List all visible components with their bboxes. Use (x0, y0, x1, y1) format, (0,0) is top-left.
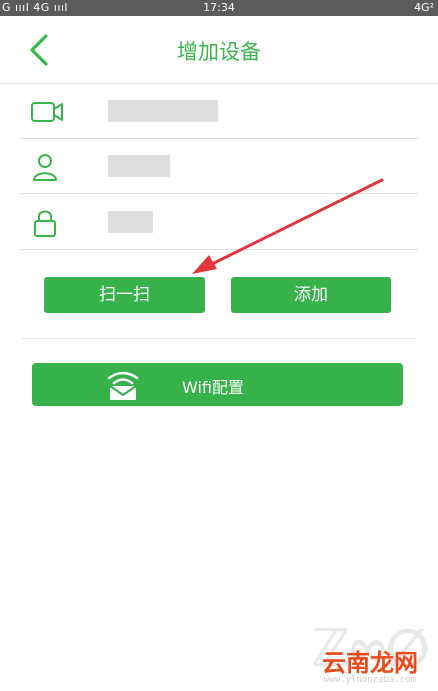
username-row[interactable]: ████ (20, 139, 418, 194)
network-indicator: 4G² (414, 1, 434, 14)
add-button[interactable]: 添加 (231, 277, 391, 313)
page-title: 增加设备 (177, 40, 261, 64)
section-divider (22, 338, 416, 339)
username-field[interactable]: ████ (108, 155, 170, 177)
status-time: 17:34 (203, 1, 235, 14)
watermark-url: www.ylnanzaba.com (323, 675, 416, 685)
video-camera-icon (31, 102, 63, 122)
header-bar: 增加设备 (0, 16, 438, 84)
lock-icon (34, 210, 56, 237)
device-id-field[interactable]: ██████████ (108, 100, 218, 122)
status-bar: G ıııl 4G ıııl 17:34 4G² (0, 0, 438, 16)
user-icon (33, 154, 57, 181)
scan-button[interactable]: 扫一扫 (44, 277, 205, 313)
watermark-brand: 云南龙网 (322, 649, 418, 677)
wifi-envelope-icon (107, 371, 139, 400)
device-id-row[interactable]: ██████████ (20, 84, 418, 139)
password-field[interactable]: ███ (108, 211, 153, 233)
wifi-config-label: Wifi配置 (182, 378, 244, 397)
watermark: ℤ∞∅ 云南龙网 www.ylnanzaba.com (290, 619, 430, 689)
wifi-config-button[interactable]: Wifi配置 (32, 363, 403, 406)
password-row[interactable]: ███ (20, 195, 418, 250)
